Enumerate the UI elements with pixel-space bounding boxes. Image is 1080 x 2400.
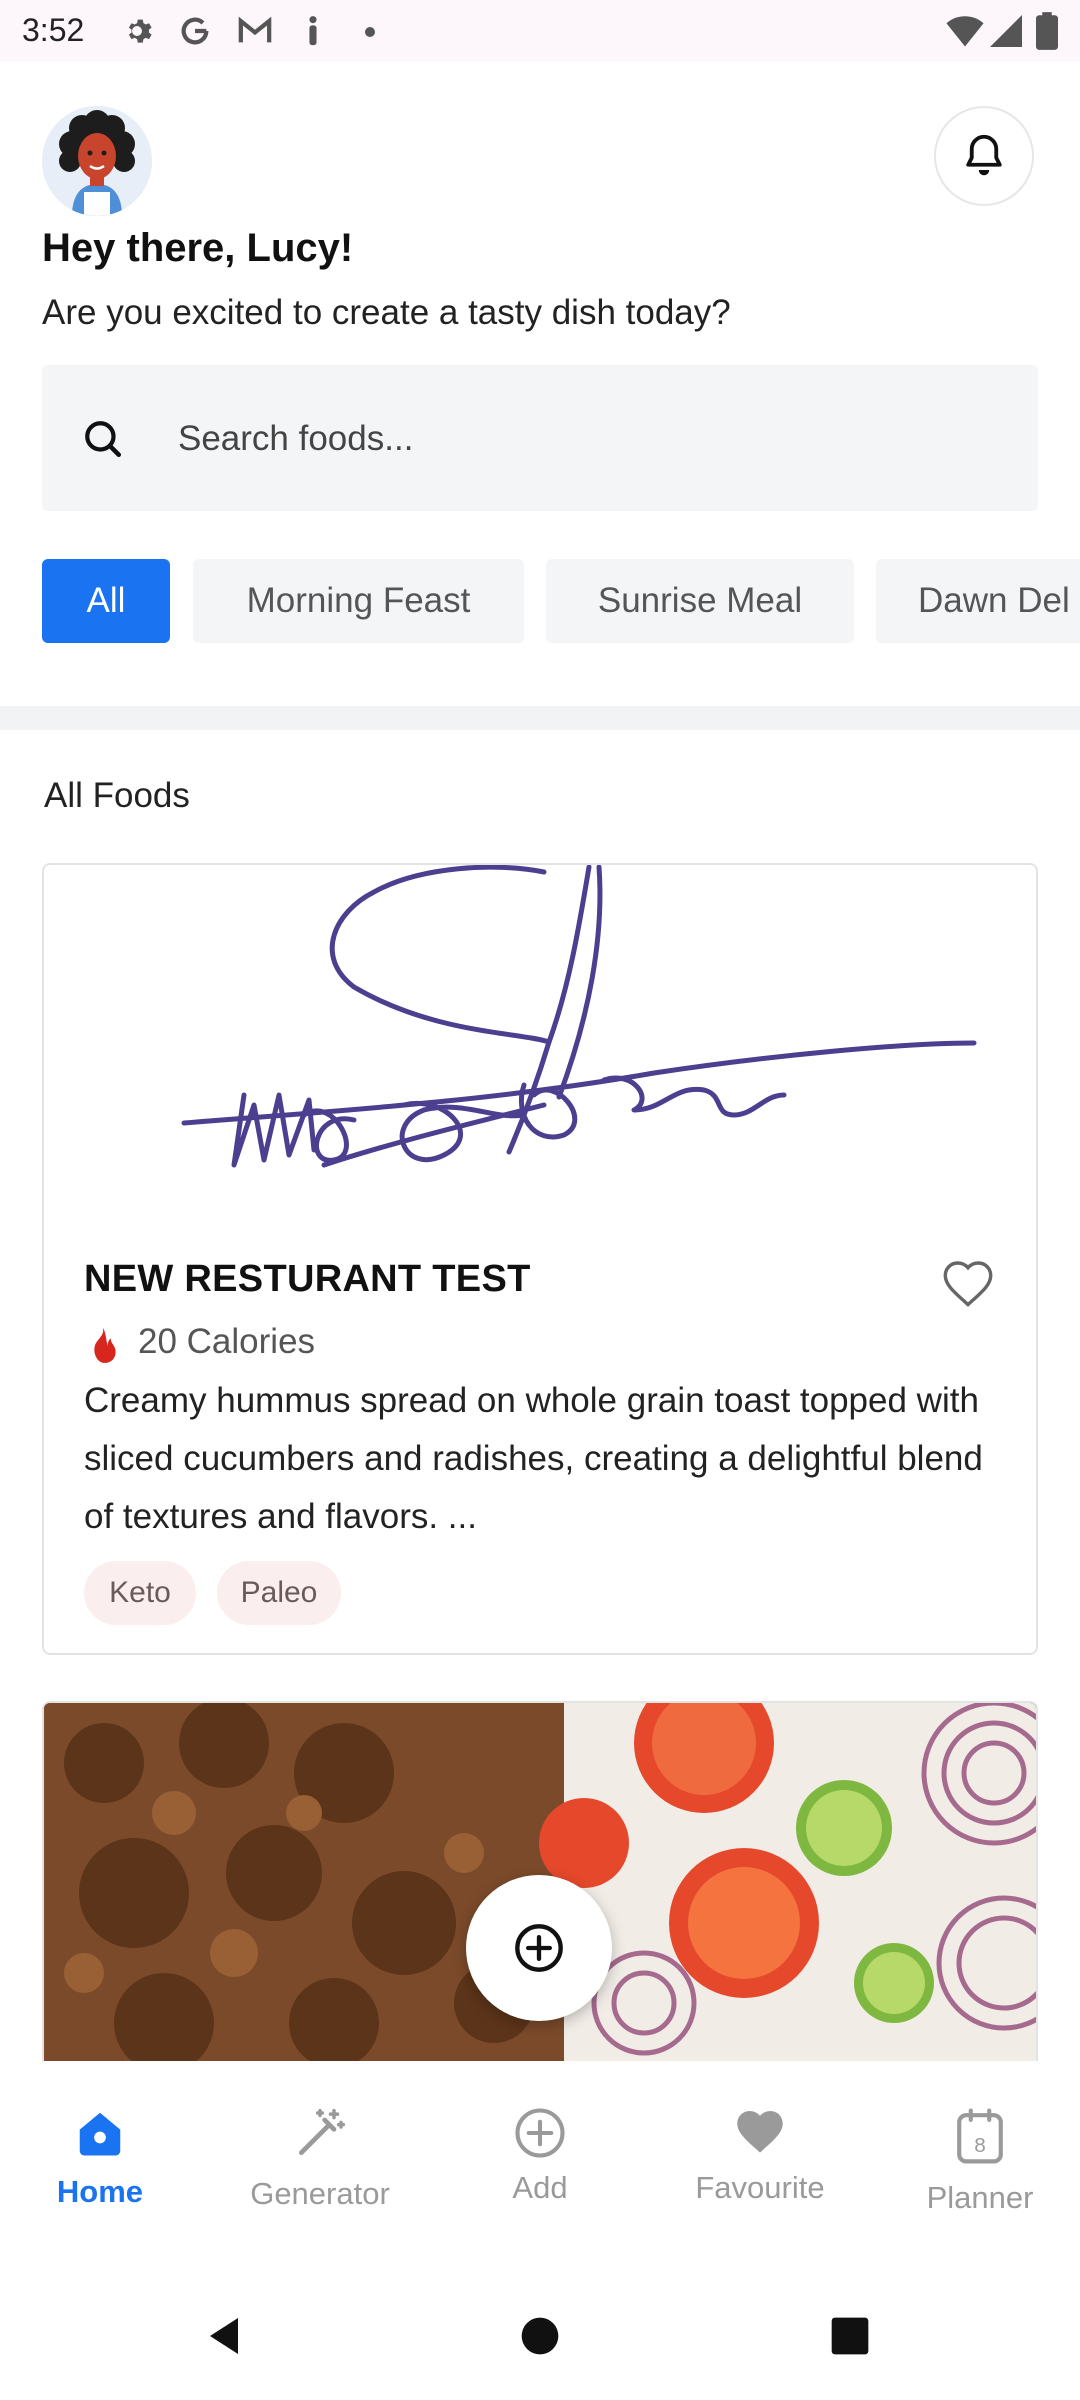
food-card-calories: 20 Calories <box>138 1322 316 1361</box>
flame-icon <box>94 1327 116 1363</box>
heart-icon <box>737 2111 783 2153</box>
home-circle-icon[interactable] <box>520 2316 560 2356</box>
home-icon <box>79 2112 121 2156</box>
tag-paleo: Paleo <box>217 1561 341 1625</box>
calendar-icon: 8 <box>957 2108 1003 2164</box>
food-card-image <box>181 865 977 1168</box>
recents-icon[interactable] <box>830 2316 870 2356</box>
notification-dot-icon <box>365 27 375 37</box>
google-icon <box>181 17 209 45</box>
greeting-title: Hey there, Lucy! <box>42 226 354 270</box>
section-title: All Foods <box>44 776 190 815</box>
notifications-button[interactable] <box>934 106 1034 206</box>
status-bar <box>0 0 1080 62</box>
status-time: 3:52 <box>22 12 85 48</box>
avatar[interactable] <box>42 106 152 216</box>
user-avatar-illustration <box>42 106 152 216</box>
heart-outline-icon[interactable] <box>940 1258 996 1308</box>
food-card-description: Creamy hummus spread on whole grain toas… <box>84 1381 983 1536</box>
greeting-subtitle: Are you excited to create a tasty dish t… <box>42 293 731 332</box>
chip-all[interactable]: All <box>42 559 170 643</box>
chip-sunrise-meal[interactable]: Sunrise Meal <box>546 559 854 643</box>
nav-planner-label: Planner <box>926 2180 1034 2215</box>
magic-wand-icon <box>299 2108 346 2155</box>
nav-favourite-label: Favourite <box>695 2170 825 2205</box>
add-icon <box>515 2108 565 2158</box>
section-divider <box>0 706 1080 730</box>
signal-icon <box>990 15 1022 47</box>
chip-morning-feast[interactable]: Morning Feast <box>193 559 524 643</box>
settings-icon <box>128 19 152 43</box>
wifi-icon <box>946 16 984 47</box>
nav-home-label: Home <box>56 2174 144 2209</box>
chip-dawn-delight[interactable]: Dawn Del <box>876 559 1080 643</box>
back-icon[interactable] <box>200 2312 248 2360</box>
search-icon <box>85 421 122 458</box>
nav-generator[interactable]: Generator <box>212 2106 428 2212</box>
food-card-title: NEW RESTURANT TEST <box>84 1258 531 1300</box>
accessibility-icon <box>309 16 317 46</box>
add-circle-icon <box>515 1924 563 1972</box>
gmail-icon <box>238 16 272 43</box>
tag-keto: Keto <box>84 1561 196 1625</box>
category-chips: All Morning Feast Sunrise Meal Dawn Del <box>0 559 1080 643</box>
search-input[interactable] <box>178 409 998 469</box>
nav-planner[interactable]: 8 Planner <box>872 2106 1080 2216</box>
nav-generator-label: Generator <box>250 2176 390 2211</box>
floating-add-button[interactable] <box>466 1875 612 2021</box>
nav-add-label: Add <box>512 2170 568 2205</box>
calendar-date: 8 <box>974 2134 986 2157</box>
bell-icon <box>966 134 1002 176</box>
nav-favourite[interactable]: Favourite <box>652 2106 868 2206</box>
battery-icon <box>1036 12 1058 50</box>
nav-add[interactable]: Add <box>432 2106 648 2206</box>
nav-home[interactable]: Home <box>0 2106 208 2210</box>
